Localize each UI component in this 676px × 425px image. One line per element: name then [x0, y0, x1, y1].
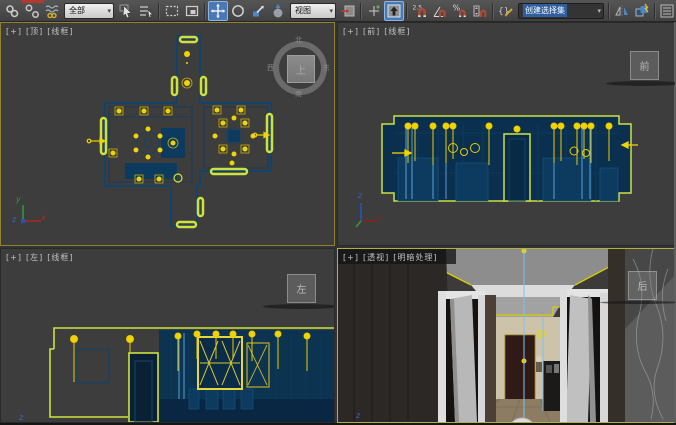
viewport-top-label[interactable]: [+] [顶] [线框]: [6, 26, 77, 37]
viewport-menu-button[interactable]: [+]: [343, 253, 359, 262]
window-crossing-icon[interactable]: [182, 1, 202, 21]
toolbar-separator: [360, 3, 362, 19]
toolbar-separator: [608, 3, 610, 19]
dropdown-arrow-icon: ▾: [104, 7, 111, 15]
viewport-shading-button[interactable]: [线框]: [47, 27, 73, 36]
viewport-perspective[interactable]: [+] [透视] [明暗处理]: [337, 248, 676, 423]
percent-snap-toggle-icon[interactable]: %: [450, 1, 470, 21]
compass-east-label: 东: [323, 63, 330, 73]
select-and-place-icon[interactable]: [268, 1, 288, 21]
compass-north-label: 北: [295, 35, 302, 45]
axis-x-label: x: [378, 213, 383, 222]
keyboard-shortcut-override-button[interactable]: [384, 1, 404, 21]
toolbar-separator: [204, 3, 206, 19]
select-and-manipulate-icon[interactable]: [364, 1, 384, 21]
selection-set-value: 创建选择集: [523, 4, 567, 17]
select-and-scale-icon[interactable]: [248, 1, 268, 21]
mirror-icon[interactable]: [612, 1, 632, 21]
viewport-left-label[interactable]: [+] [左] [线框]: [6, 252, 77, 263]
coordinate-system-value: 视图: [295, 5, 311, 16]
compass-west-label: 西: [267, 63, 274, 73]
use-pivot-point-center-icon[interactable]: [338, 1, 358, 21]
main-toolbar: 全部 ▾ 视图 ▾ 2.5 %: [0, 0, 676, 22]
viewport-name-button[interactable]: [前]: [363, 27, 380, 36]
edit-named-selection-sets-icon[interactable]: {}: [496, 1, 516, 21]
viewport-name-button[interactable]: [透视]: [363, 253, 389, 262]
viewcube-left-face[interactable]: 左: [287, 274, 316, 303]
viewcube-top-face[interactable]: 上: [287, 55, 315, 83]
viewport-name-button[interactable]: [左]: [26, 253, 43, 262]
select-by-name-icon[interactable]: [136, 1, 156, 21]
viewport-shading-button[interactable]: [线框]: [47, 253, 73, 262]
viewport-name-button[interactable]: [顶]: [26, 27, 43, 36]
viewcube-shadow: [263, 304, 335, 309]
viewport-perspective-label[interactable]: [+] [透视] [明暗处理]: [343, 252, 441, 263]
reference-coordinate-system-dropdown[interactable]: 视图 ▾: [290, 3, 336, 19]
toolbar-separator: [406, 3, 408, 19]
toolbar-separator: [654, 3, 656, 19]
toolbar-separator: [492, 3, 494, 19]
toolbar-separator: [158, 3, 160, 19]
rectangular-selection-region-icon[interactable]: [162, 1, 182, 21]
layer-manager-icon[interactable]: [658, 1, 676, 21]
viewport-menu-button[interactable]: [+]: [343, 27, 359, 36]
viewport-menu-button[interactable]: [+]: [6, 253, 22, 262]
select-and-link-icon[interactable]: [2, 1, 22, 21]
viewport-front[interactable]: [+] [前] [线框]: [337, 22, 676, 246]
viewport-shading-button[interactable]: [线框]: [384, 27, 410, 36]
viewport-front-label[interactable]: [+] [前] [线框]: [343, 26, 414, 37]
viewcube-compass-ring[interactable]: 上 北 东 南 西: [273, 41, 327, 95]
axis-z-label: z: [19, 413, 23, 422]
axis-z-label: z: [358, 191, 362, 200]
perspective-scene: [338, 249, 675, 422]
viewcube-back-face[interactable]: 后: [628, 271, 657, 300]
viewport-left[interactable]: [+] [左] [线框]: [0, 248, 335, 423]
left-elevation-drawing: [1, 249, 334, 422]
front-elevation-drawing: [338, 23, 675, 245]
select-object-icon[interactable]: [116, 1, 136, 21]
bind-to-spacewarp-icon[interactable]: [42, 1, 62, 21]
named-selection-sets-dropdown[interactable]: 创建选择集 ▾: [518, 3, 604, 19]
axis-y-label: y: [16, 195, 21, 204]
select-and-rotate-icon[interactable]: [228, 1, 248, 21]
spinner-snap-toggle-icon[interactable]: [470, 1, 490, 21]
svg-text:%: %: [453, 3, 461, 12]
window-edge-fragment: [22, 0, 44, 3]
axis-x-label: x: [41, 213, 46, 222]
selection-filter-value: 全部: [69, 5, 85, 16]
viewport-menu-button[interactable]: [+]: [6, 27, 22, 36]
unlink-selection-icon[interactable]: [22, 1, 42, 21]
angle-snap-toggle-icon[interactable]: [430, 1, 450, 21]
viewcube-shadow: [600, 301, 676, 304]
axis-z-label: z: [12, 215, 16, 224]
compass-south-label: 南: [295, 89, 302, 99]
dropdown-arrow-icon: ▾: [594, 7, 601, 15]
axis-z-label: z: [356, 411, 360, 420]
dropdown-arrow-icon: ▾: [326, 7, 333, 15]
align-icon[interactable]: [632, 1, 652, 21]
viewcube-front-face[interactable]: 前: [630, 51, 659, 80]
select-and-move-button[interactable]: [208, 1, 228, 21]
viewport-shading-button[interactable]: [明暗处理]: [393, 253, 437, 262]
viewport-top[interactable]: [+] [顶] [线框]: [0, 22, 335, 246]
selection-filter-dropdown[interactable]: 全部 ▾: [64, 3, 114, 19]
viewcube-shadow: [606, 81, 676, 86]
snaps-toggle-2-5-icon[interactable]: 2.5: [410, 1, 430, 21]
